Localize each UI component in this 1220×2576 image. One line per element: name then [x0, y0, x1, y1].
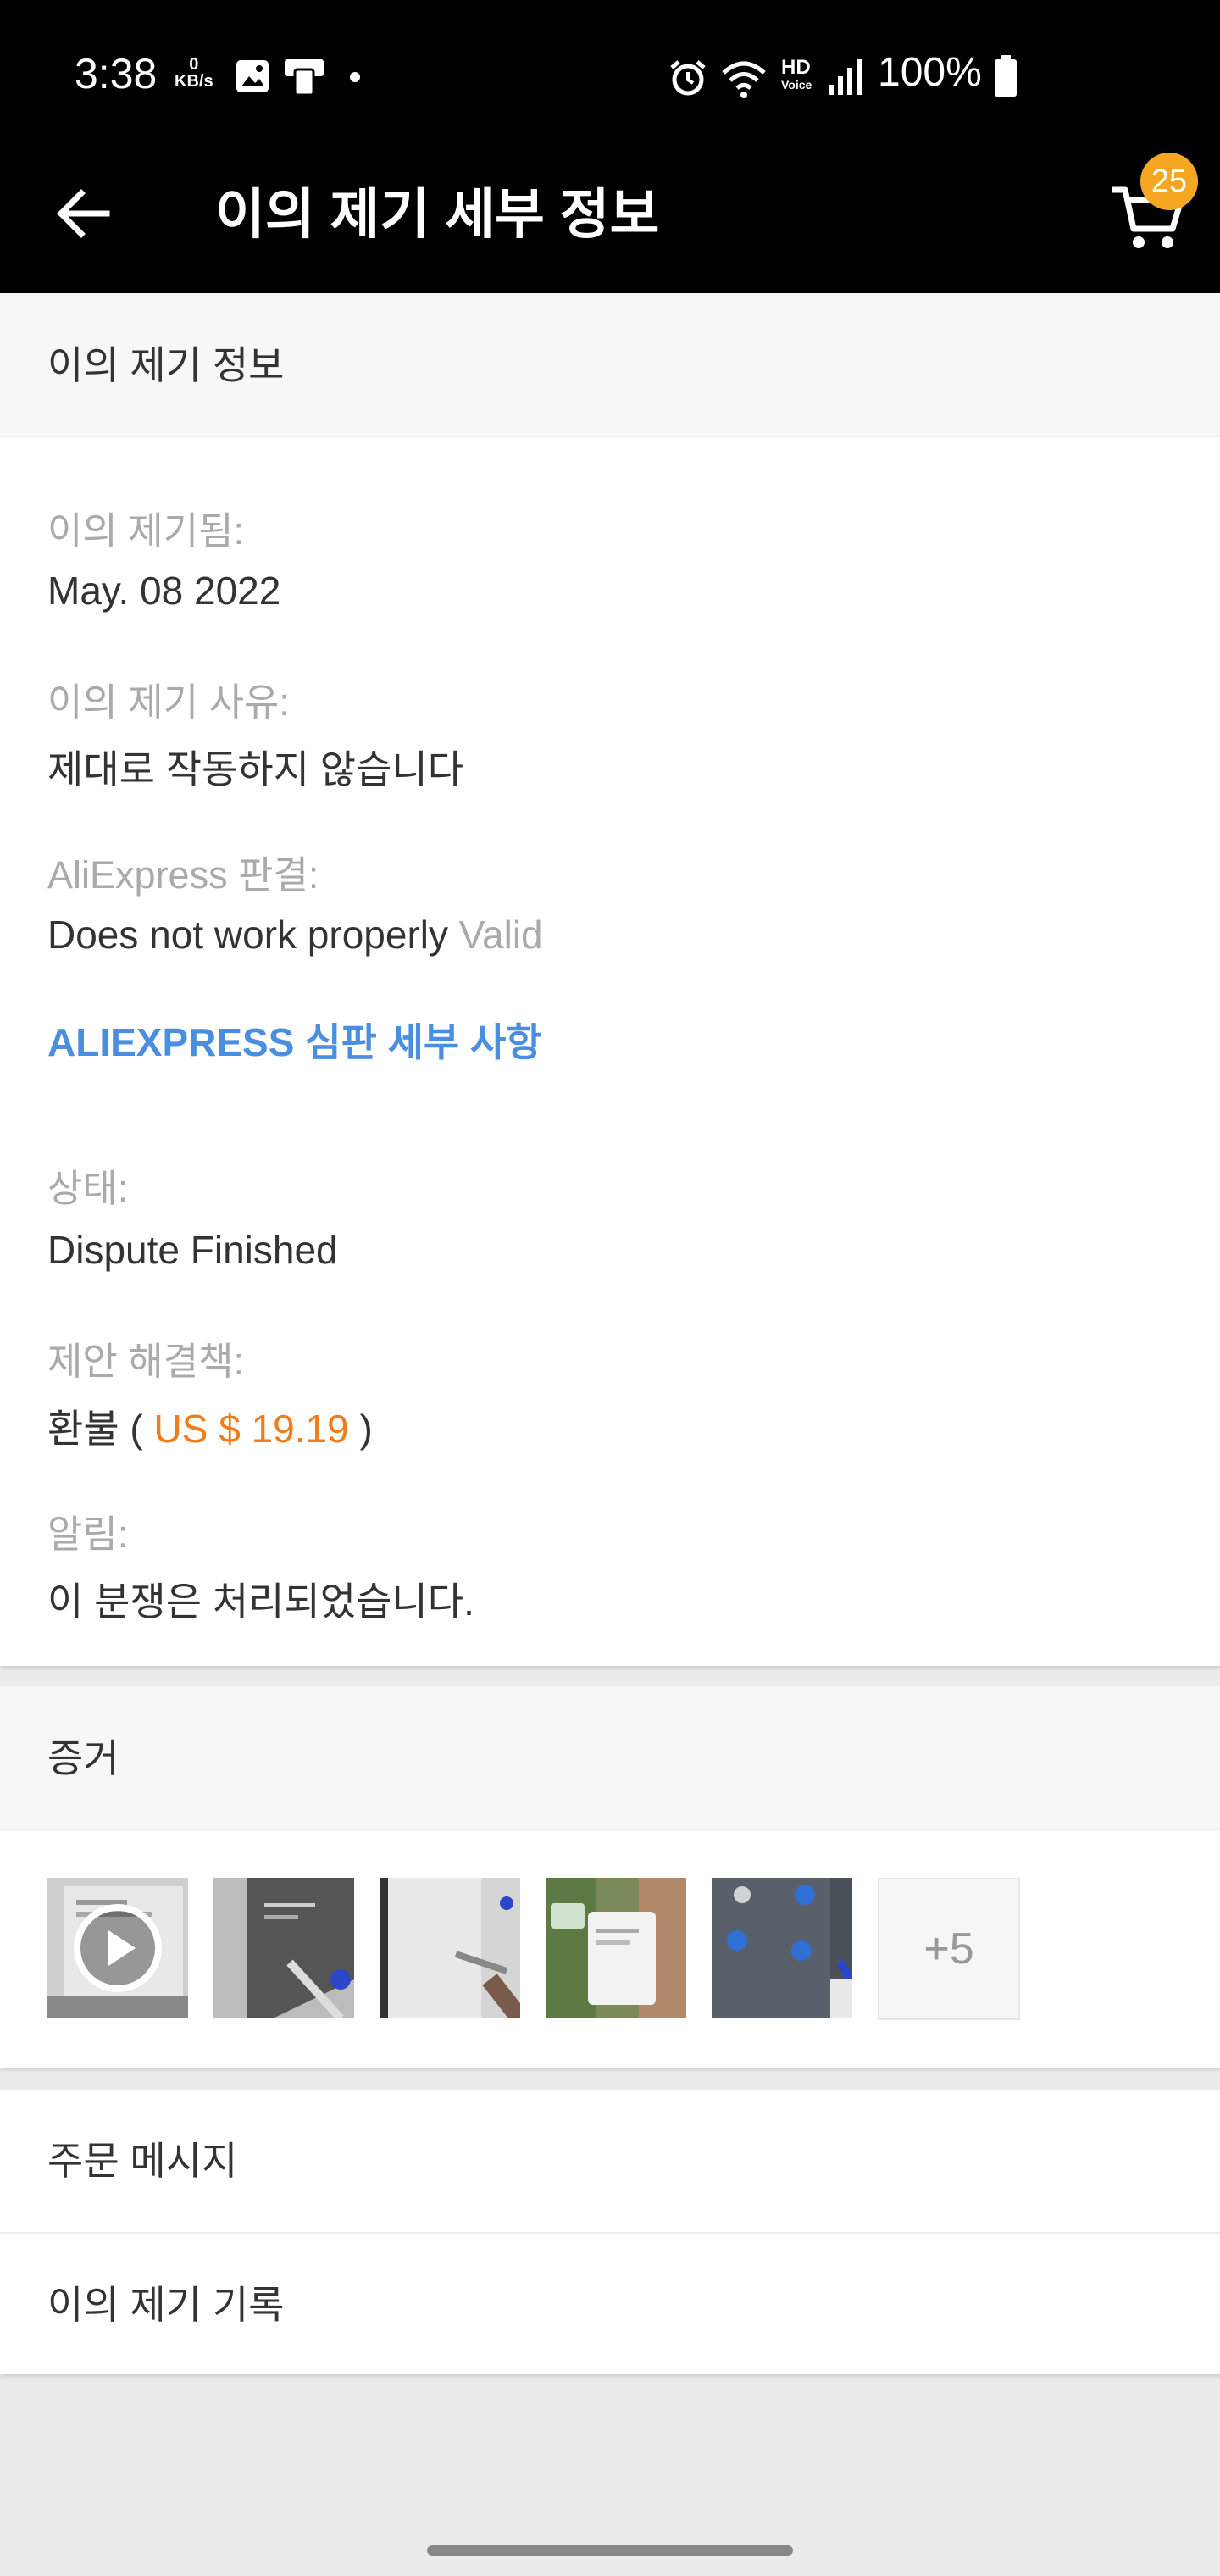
- evidence-card: 증거 +5: [0, 1686, 1220, 2068]
- status-time: 3:38: [75, 50, 158, 97]
- solution-prefix: 환불 (: [47, 1407, 143, 1451]
- status-label: 상태:: [47, 1167, 129, 1210]
- page-title: 이의 제기 세부 정보: [215, 184, 660, 245]
- order-messages-item[interactable]: 주문 메시지: [0, 2090, 1220, 2232]
- status-bar: 3:38 0 KB/s HD Voice 100%: [0, 0, 1220, 156]
- photo-tablet-screen: [380, 1878, 520, 2018]
- evidence-photo-thumbnail[interactable]: [712, 1878, 852, 2018]
- evidence-video-thumbnail[interactable]: [47, 1878, 188, 2018]
- more-evidence-button[interactable]: +5: [878, 1878, 1020, 2020]
- reason-value: 제대로 작동하지 않습니다: [47, 747, 464, 791]
- reason-label: 이의 제기 사유:: [47, 680, 290, 724]
- image-icon: [236, 60, 269, 92]
- signal-icon: [829, 59, 862, 95]
- photo-app-screen: [546, 1878, 686, 2018]
- solution-suffix: ): [359, 1407, 373, 1451]
- net-speed-indicator: 0 KB/s: [175, 55, 214, 91]
- cart-count-badge: 25: [1140, 153, 1198, 210]
- verdict-label: AliExpress 판결:: [47, 853, 319, 897]
- photo-control-panel: [712, 1878, 852, 2018]
- judgement-details-link[interactable]: ALIEXPRESS 심판 세부 사항: [47, 1012, 542, 1068]
- refund-amount: US $ 19.19: [153, 1407, 349, 1451]
- opened-label: 이의 제기됨:: [47, 509, 245, 552]
- dispute-info-card: 이의 제기 정보 이의 제기됨: May. 08 2022 이의 제기 사유: …: [0, 293, 1220, 1666]
- alarm-icon: [670, 60, 706, 96]
- home-indicator[interactable]: [427, 2545, 793, 2556]
- verdict-status: Valid: [458, 913, 543, 957]
- notice-label: 알림:: [47, 1513, 129, 1556]
- photo-tablet-pen: [214, 1878, 354, 2018]
- device-icon: [285, 59, 324, 97]
- battery-percentage: 100%: [878, 50, 982, 95]
- dot-icon: [350, 72, 360, 82]
- play-icon: [74, 1904, 162, 1992]
- status-value: Dispute Finished: [47, 1228, 338, 1272]
- solution-label: 제안 해결책:: [47, 1340, 245, 1383]
- wifi-icon: [722, 61, 766, 98]
- evidence-photo-thumbnail[interactable]: [380, 1878, 520, 2018]
- notice-value: 이 분쟁은 처리되었습니다.: [47, 1579, 474, 1624]
- evidence-header: 증거: [0, 1686, 1220, 1830]
- evidence-photo-thumbnail[interactable]: [214, 1878, 354, 2018]
- dispute-info-header: 이의 제기 정보: [0, 293, 1220, 437]
- evidence-thumbnails: +5: [0, 1830, 1220, 2068]
- dispute-history-item[interactable]: 이의 제기 기록: [0, 2232, 1220, 2374]
- battery-icon: [995, 55, 1017, 97]
- opened-value: May. 08 2022: [47, 569, 281, 613]
- verdict-value: Does not work properly: [47, 913, 448, 957]
- dispute-info-body: 이의 제기됨: May. 08 2022 이의 제기 사유: 제대로 작동하지 …: [0, 437, 1220, 1666]
- back-arrow-icon[interactable]: [53, 183, 114, 244]
- app-bar: 이의 제기 세부 정보 25: [0, 153, 1220, 293]
- evidence-photo-thumbnail[interactable]: [546, 1878, 686, 2018]
- hd-voice-icon: HD Voice: [781, 56, 812, 92]
- solution-line: 환불 ( US $ 19.19 ): [47, 1398, 373, 1454]
- dispute-links-card: 주문 메시지 이의 제기 기록: [0, 2090, 1220, 2374]
- verdict-line: Does not work properly Valid: [47, 912, 543, 958]
